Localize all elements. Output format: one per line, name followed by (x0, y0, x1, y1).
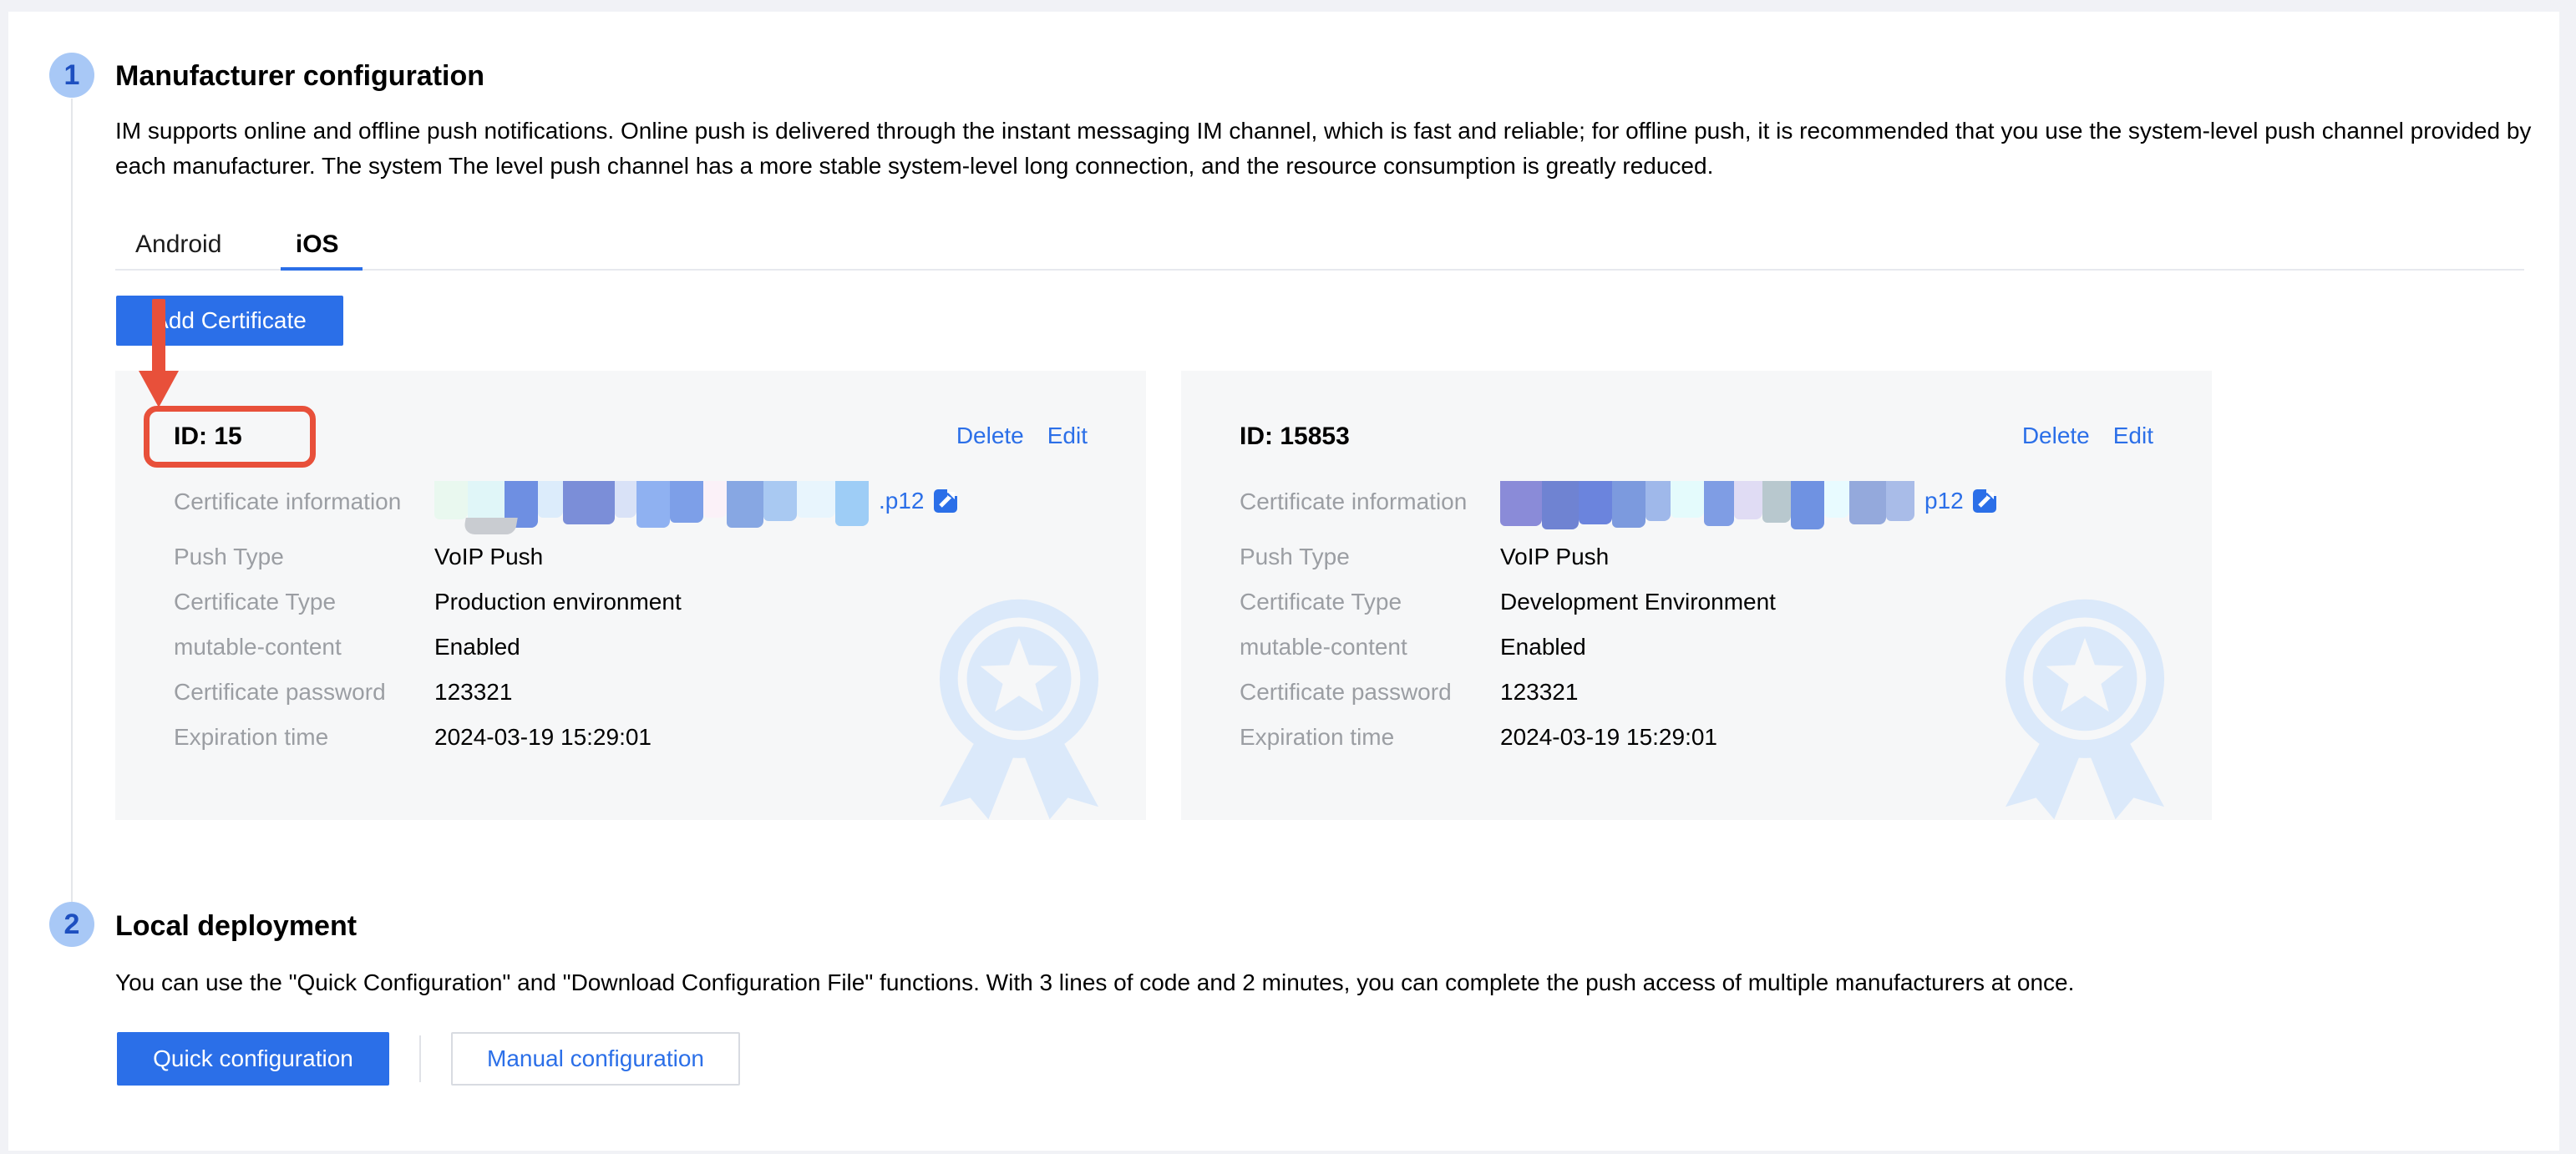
quick-configuration-button[interactable]: Quick configuration (117, 1032, 389, 1086)
deployment-actions: Quick configuration Manual configuration (115, 1032, 740, 1086)
annotation-arrowhead (139, 371, 179, 407)
section-title-local-deployment: Local deployment (115, 910, 357, 943)
mosaic-tail (463, 518, 518, 534)
row-label: Push Type (1240, 544, 1500, 569)
delete-link[interactable]: Delete (956, 423, 1024, 449)
tab-ios[interactable]: iOS (296, 229, 339, 261)
expiration-time-row: Expiration time 2024-03-19 15:29:01 (174, 725, 1088, 750)
push-type-row: Push Type VoIP Push (1240, 544, 2153, 569)
edit-link[interactable]: Edit (1047, 423, 1088, 449)
row-value: 123321 (1500, 680, 1578, 705)
row-label: Expiration time (174, 725, 434, 750)
external-link-icon[interactable] (1972, 488, 1997, 514)
row-label: Certificate information (174, 489, 434, 514)
row-label: Expiration time (1240, 725, 1500, 750)
external-link-icon[interactable] (933, 488, 958, 514)
certificate-cards: ID: 15 Delete Edit Certificate informati… (115, 371, 2212, 820)
delete-link[interactable]: Delete (2022, 423, 2090, 449)
certificate-password-row: Certificate password 123321 (1240, 680, 2153, 705)
tab-android[interactable]: Android (135, 229, 221, 261)
row-value: 2024-03-19 15:29:01 (434, 725, 652, 750)
step-2-number: 2 (64, 909, 80, 941)
active-tab-underline (281, 267, 363, 271)
certificate-file-link[interactable]: p12 (1924, 488, 1997, 514)
platform-tabbar: Android iOS (115, 229, 2524, 271)
certificate-card-development: ID: 15853 Delete Edit Certificate inform… (1181, 371, 2212, 820)
add-certificate-button[interactable]: Add Certificate (116, 296, 343, 346)
certificate-password-row: Certificate password 123321 (174, 680, 1088, 705)
certificate-file-extension[interactable]: p12 (1924, 488, 1964, 514)
edit-link[interactable]: Edit (2113, 423, 2153, 449)
blurred-certificate-thumbnail (1500, 481, 1914, 529)
certificate-id: ID: 15853 (1240, 423, 1350, 451)
manufacturer-configuration-description: IM supports online and offline push noti… (115, 114, 2538, 184)
button-divider (419, 1035, 421, 1082)
row-value: Production environment (434, 590, 682, 615)
row-label: mutable-content (1240, 635, 1500, 660)
row-value: VoIP Push (434, 544, 543, 569)
row-value: 2024-03-19 15:29:01 (1500, 725, 1717, 750)
step-2-badge: 2 (49, 902, 94, 947)
annotation-highlight-box (144, 406, 316, 468)
row-value: VoIP Push (1500, 544, 1609, 569)
certificate-information-row: Certificate information p12 (1240, 489, 2153, 536)
row-label: Certificate password (174, 680, 434, 705)
row-value: 123321 (434, 680, 512, 705)
row-label: Certificate password (1240, 680, 1500, 705)
row-label: Push Type (174, 544, 434, 569)
row-label: mutable-content (174, 635, 434, 660)
certificate-type-row: Certificate Type Development Environment (1240, 590, 2153, 615)
row-label: Certificate Type (174, 590, 434, 615)
mutable-content-row: mutable-content Enabled (174, 635, 1088, 660)
content-panel: 1 Manufacturer configuration IM supports… (8, 12, 2559, 1151)
row-label: Certificate Type (1240, 590, 1500, 615)
row-value: Enabled (1500, 635, 1586, 660)
step-connector-line (71, 99, 73, 902)
certificate-information-row: Certificate information .p12 (174, 489, 1088, 536)
expiration-time-row: Expiration time 2024-03-19 15:29:01 (1240, 725, 2153, 750)
step-1-number: 1 (64, 59, 80, 92)
annotation-arrow (152, 299, 165, 374)
certificate-file-link[interactable]: .p12 (879, 488, 958, 514)
row-value: Enabled (434, 635, 520, 660)
manual-configuration-button[interactable]: Manual configuration (451, 1032, 740, 1086)
push-type-row: Push Type VoIP Push (174, 544, 1088, 569)
mutable-content-row: mutable-content Enabled (1240, 635, 2153, 660)
step-1-badge: 1 (49, 53, 94, 98)
row-label: Certificate information (1240, 489, 1500, 514)
local-deployment-description: You can use the "Quick Configuration" an… (115, 965, 2454, 1000)
certificate-type-row: Certificate Type Production environment (174, 590, 1088, 615)
row-value: Development Environment (1500, 590, 1776, 615)
certificate-file-extension[interactable]: .p12 (879, 488, 925, 514)
section-title-manufacturer-configuration: Manufacturer configuration (115, 60, 484, 93)
